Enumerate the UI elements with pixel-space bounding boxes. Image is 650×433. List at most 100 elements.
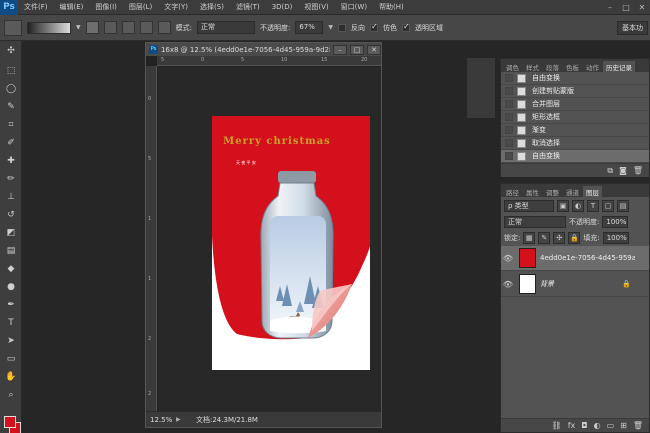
history-item[interactable]: 自由变换 [501, 72, 649, 85]
filter-shape-icon[interactable]: ▢ [602, 200, 614, 212]
snapshot-from-state-icon[interactable]: ⧉ [607, 166, 613, 176]
tab-styles[interactable]: 样式 [523, 61, 542, 72]
status-menu-arrow[interactable]: ▶ [176, 416, 186, 423]
tab-paths[interactable]: 路径 [503, 186, 522, 197]
filter-smart-icon[interactable]: ▤ [617, 200, 629, 212]
tab-adjustments[interactable]: 调整 [543, 186, 562, 197]
clone-stamp-tool-icon[interactable]: ⊥ [3, 191, 19, 204]
menu-layer[interactable]: 图层(L) [123, 2, 158, 12]
chevron-down-icon[interactable]: ▼ [76, 24, 81, 31]
menu-select[interactable]: 选择(S) [194, 2, 230, 12]
tool-preset-picker[interactable] [4, 19, 22, 36]
eyedropper-tool-icon[interactable]: ✐ [3, 137, 19, 150]
opacity-input[interactable]: 67% [295, 21, 324, 34]
healing-brush-tool-icon[interactable]: ✚ [3, 155, 19, 168]
zoom-level[interactable]: 12.5% [146, 416, 176, 424]
path-select-tool-icon[interactable]: ➤ [3, 335, 19, 348]
reflected-gradient-button[interactable] [139, 21, 153, 34]
doc-maximize-button[interactable]: □ [350, 44, 365, 55]
add-mask-icon[interactable]: ◘ [581, 421, 587, 430]
workspace-switcher[interactable]: 基本功 [617, 21, 648, 35]
history-source-checkbox[interactable] [505, 152, 513, 160]
eraser-tool-icon[interactable]: ◩ [3, 227, 19, 240]
document-tab[interactable]: Ps 16x8 @ 12.5% (4edd0e1e-7056-4d45-959a… [146, 43, 381, 56]
tab-paragraph[interactable]: 段落 [543, 61, 562, 72]
layer-blend-select[interactable]: 正常 [504, 216, 566, 228]
blur-tool-icon[interactable]: ◆ [3, 263, 19, 276]
pen-tool-icon[interactable]: ✒ [3, 299, 19, 312]
horizontal-ruler[interactable]: 5 0 5 10 15 20 [157, 56, 381, 66]
layer-filter-select[interactable]: ρ 类型 [504, 200, 554, 212]
reverse-checkbox[interactable] [337, 23, 346, 32]
history-source-checkbox[interactable] [505, 113, 513, 121]
history-item[interactable]: 取消选择 [501, 137, 649, 150]
vertical-ruler[interactable]: 0 5 1 1 2 2 [146, 66, 157, 411]
hand-tool-icon[interactable]: ✋ [3, 371, 19, 384]
trash-icon[interactable]: 🗑 [633, 421, 643, 430]
lasso-tool-icon[interactable]: ◯ [3, 83, 19, 96]
history-item[interactable]: 合并图层 [501, 98, 649, 111]
layer-fill-input[interactable]: 100% [602, 232, 629, 244]
trash-icon[interactable]: 🗑 [633, 166, 643, 175]
foreground-color-swatch[interactable] [4, 416, 16, 428]
zoom-tool-icon[interactable]: ⌕ [3, 389, 19, 402]
shape-tool-icon[interactable]: ▭ [3, 353, 19, 366]
lock-image-icon[interactable]: ✎ [538, 232, 551, 244]
doc-minimize-button[interactable]: – [333, 44, 348, 55]
canvas-area[interactable]: Merry christmas 天 夜 平 安 [158, 67, 381, 411]
tab-channels[interactable]: 通道 [563, 186, 582, 197]
diamond-gradient-button[interactable] [157, 21, 171, 34]
menu-image[interactable]: 图像(I) [89, 2, 123, 12]
type-tool-icon[interactable]: T [3, 317, 19, 330]
new-layer-icon[interactable]: ⊞ [620, 421, 627, 430]
gradient-picker[interactable] [27, 21, 71, 34]
lock-transparent-icon[interactable]: ▦ [523, 232, 536, 244]
linear-gradient-button[interactable] [85, 21, 99, 34]
transparency-checkbox[interactable] [401, 22, 410, 32]
menu-filter[interactable]: 滤镜(T) [230, 2, 266, 12]
doc-close-button[interactable]: ✕ [367, 44, 381, 55]
layer-row[interactable]: 👁 背景 🔒 [501, 272, 649, 297]
layer-style-icon[interactable]: fx [568, 421, 576, 430]
history-source-checkbox[interactable] [505, 74, 513, 82]
radial-gradient-button[interactable] [103, 21, 117, 34]
artboard[interactable]: Merry christmas 天 夜 平 安 [212, 116, 370, 370]
history-source-checkbox[interactable] [505, 87, 513, 95]
history-item-selected[interactable]: 自由变换 [501, 150, 649, 163]
gradient-tool-icon[interactable]: ▤ [3, 245, 19, 258]
menu-type[interactable]: 文字(Y) [158, 2, 194, 12]
eye-icon[interactable]: 👁 [501, 280, 515, 289]
blend-mode-select[interactable]: 正常 [196, 21, 255, 34]
move-tool-icon[interactable]: ✣ [3, 45, 19, 58]
filter-pixel-icon[interactable]: ▣ [557, 200, 569, 212]
history-source-checkbox[interactable] [505, 139, 513, 147]
lock-position-icon[interactable]: ✣ [553, 232, 566, 244]
close-button[interactable]: ✕ [634, 0, 650, 15]
menu-view[interactable]: 视图(V) [298, 2, 334, 12]
maximize-button[interactable]: □ [618, 0, 634, 15]
quick-select-tool-icon[interactable]: ✎ [3, 101, 19, 114]
history-item[interactable]: 创建剪贴蒙版 [501, 85, 649, 98]
tab-properties[interactable]: 属性 [523, 186, 542, 197]
menu-3d[interactable]: 3D(D) [266, 3, 299, 11]
history-source-checkbox[interactable] [505, 126, 513, 134]
history-source-checkbox[interactable] [505, 100, 513, 108]
new-group-icon[interactable]: ▭ [607, 421, 615, 430]
tab-actions[interactable]: 动作 [583, 61, 602, 72]
brush-tool-icon[interactable]: ✏ [3, 173, 19, 186]
filter-adjust-icon[interactable]: ◐ [572, 200, 584, 212]
lock-all-icon[interactable]: 🔒 [568, 232, 581, 244]
tab-layers[interactable]: 图层 [583, 186, 602, 197]
eye-icon[interactable]: 👁 [501, 254, 515, 263]
crop-tool-icon[interactable]: ⌗ [3, 119, 19, 132]
history-item[interactable]: 矩形选框 [501, 111, 649, 124]
history-brush-tool-icon[interactable]: ↺ [3, 209, 19, 222]
link-layers-icon[interactable]: ⛓ [552, 421, 562, 430]
dodge-tool-icon[interactable]: ● [3, 281, 19, 294]
menu-window[interactable]: 窗口(W) [335, 2, 373, 12]
dither-checkbox[interactable] [369, 22, 378, 32]
filter-type-icon[interactable]: T [587, 200, 599, 212]
marquee-tool-icon[interactable]: ⬚ [3, 65, 19, 78]
angle-gradient-button[interactable] [121, 21, 135, 34]
tab-history[interactable]: 历史记录 [603, 61, 635, 72]
